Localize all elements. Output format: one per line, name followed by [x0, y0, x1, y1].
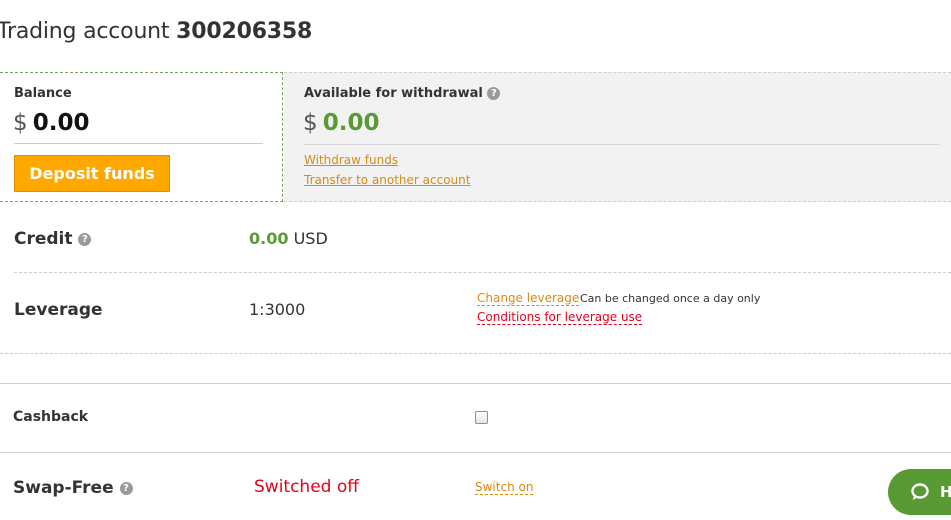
leverage-note: Can be changed once a day only	[580, 292, 761, 305]
balance-value: 0.00	[32, 110, 90, 136]
transfer-account-link[interactable]: Transfer to another account	[304, 173, 470, 187]
page-title-prefix: Trading account	[0, 19, 170, 44]
switch-on-link[interactable]: Switch on	[475, 480, 534, 495]
withdrawal-label-row: Available for withdrawal ?	[304, 86, 501, 101]
change-leverage-link[interactable]: Change leverage	[477, 291, 580, 306]
help-chat-button[interactable]: H	[888, 469, 951, 515]
cashback-top-divider	[0, 383, 951, 384]
leverage-divider	[0, 353, 951, 354]
withdraw-funds-link[interactable]: Withdraw funds	[304, 153, 398, 167]
page-title: Trading account 300206358	[0, 19, 312, 44]
withdrawal-value: 0.00	[322, 110, 380, 136]
credit-label-row: Credit ?	[14, 229, 92, 249]
credit-divider	[14, 272, 951, 273]
credit-value: 0.00 USD	[249, 229, 328, 248]
withdrawal-label: Available for withdrawal	[304, 86, 483, 101]
cashback-bottom-divider	[0, 452, 951, 453]
withdrawal-divider	[304, 144, 940, 145]
credit-label: Credit	[14, 229, 73, 249]
balance-currency-symbol: $	[13, 110, 28, 136]
balance-amount: $ 0.00	[13, 110, 89, 136]
balance-divider	[14, 143, 263, 144]
withdrawal-help-icon[interactable]: ?	[487, 87, 501, 100]
swap-free-label-row: Swap-Free ?	[13, 478, 133, 498]
withdrawal-currency-symbol: $	[303, 110, 318, 136]
swap-free-help-icon[interactable]: ?	[119, 481, 133, 495]
withdrawal-amount: $ 0.00	[303, 110, 379, 136]
leverage-label: Leverage	[14, 300, 103, 320]
chat-bubble-icon	[911, 483, 929, 500]
credit-amount: 0.00	[249, 229, 289, 248]
swap-free-label: Swap-Free	[13, 478, 114, 498]
balance-label: Balance	[14, 86, 72, 101]
swap-free-status: Switched off	[254, 477, 359, 497]
deposit-funds-button[interactable]: Deposit funds	[14, 155, 170, 192]
leverage-conditions-link[interactable]: Conditions for leverage use	[477, 310, 643, 325]
leverage-value: 1:3000	[249, 300, 306, 319]
account-number: 300206358	[176, 19, 313, 44]
credit-help-icon[interactable]: ?	[78, 232, 92, 246]
cashback-checkbox[interactable]	[475, 411, 488, 424]
credit-currency: USD	[293, 229, 328, 248]
cashback-label: Cashback	[13, 409, 89, 425]
help-chat-label: H	[940, 483, 951, 501]
